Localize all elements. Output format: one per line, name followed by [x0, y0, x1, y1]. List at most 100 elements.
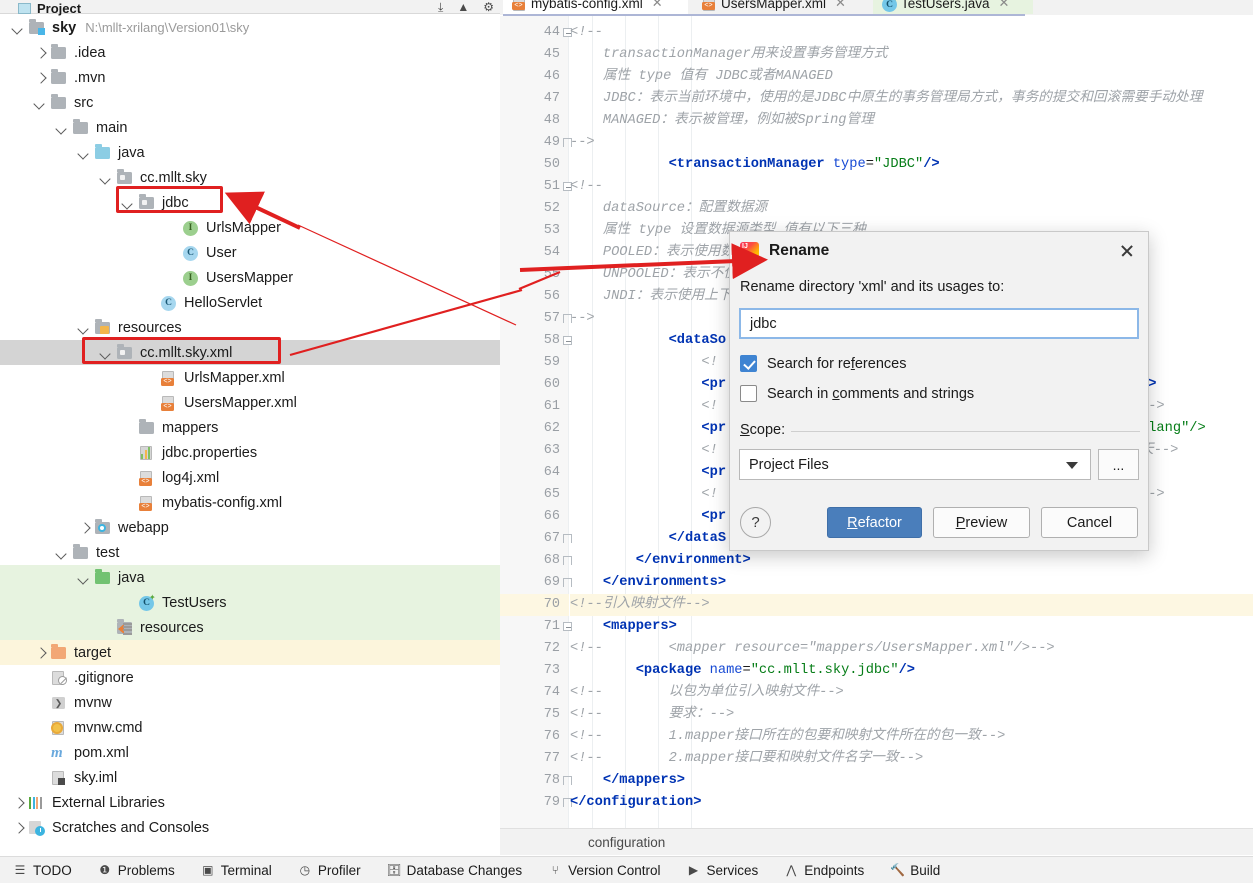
code-line[interactable]: <package name="cc.mllt.sky.jdbc"/> [570, 660, 915, 682]
tree-item-java[interactable]: java [0, 140, 500, 165]
code-line[interactable]: <pr [570, 462, 726, 484]
rename-input[interactable]: jdbc [739, 308, 1139, 339]
editor-tab-testusers-java[interactable]: C✦TestUsers.java ✕ [873, 0, 1033, 14]
code-line[interactable]: <pr [570, 506, 726, 528]
chevron-down-icon[interactable] [100, 346, 113, 359]
code-line[interactable]: </environment> [570, 550, 751, 572]
tree-item-jdbc-properties[interactable]: jdbc.properties [0, 440, 500, 465]
tree-item-testusers[interactable]: C ✦ TestUsers [0, 590, 500, 615]
code-line[interactable]: </dataS [570, 528, 727, 550]
hide-icon[interactable]: ▲ [457, 1, 469, 13]
tree-item-pom-xml[interactable]: m pom.xml [0, 740, 500, 765]
code-line[interactable]: <! [570, 396, 717, 418]
code-line[interactable]: <!-- 以包为单位引入映射文件--> [570, 682, 844, 704]
close-icon[interactable] [1118, 242, 1136, 260]
collapse-all-icon[interactable]: ⤓ [438, 1, 443, 13]
tree-item-cc-mllt-sky[interactable]: cc.mllt.sky [0, 165, 500, 190]
chevron-right-icon[interactable] [34, 71, 47, 84]
statusbar-todo[interactable]: ☰ TODO [0, 863, 85, 878]
tree-item-sky-iml[interactable]: sky.iml [0, 765, 500, 790]
tree-item-cc-mllt-sky-xml[interactable]: cc.mllt.sky.xml [0, 340, 500, 365]
code-line[interactable]: 属性 type 值有 JDBC或者MANAGED [570, 66, 833, 88]
code-line[interactable]: </environments> [570, 572, 726, 594]
code-line[interactable]: dataSource：配置数据源 [570, 198, 767, 220]
code-line[interactable]: <pr [570, 418, 726, 440]
scope-browse-button[interactable]: ... [1098, 449, 1139, 480]
tree-item-scratches-and-consoles[interactable]: Scratches and Consoles [0, 815, 500, 840]
tree-item-jdbc[interactable]: jdbc [0, 190, 500, 215]
tree-item-resources[interactable]: resources [0, 615, 500, 640]
code-line[interactable]: <transactionManager type="JDBC"/> [570, 154, 940, 176]
chevron-down-icon[interactable] [78, 146, 91, 159]
chevron-right-icon[interactable] [34, 646, 47, 659]
code-line[interactable]: <! [570, 352, 717, 374]
code-line[interactable]: <mappers> [570, 616, 677, 638]
chevron-right-icon[interactable] [78, 521, 91, 534]
tree-item-urlsmapper[interactable]: I UrlsMapper [0, 215, 500, 240]
chevron-down-icon[interactable] [100, 171, 113, 184]
statusbar-terminal[interactable]: ▣ Terminal [188, 863, 285, 878]
editor-gutter[interactable]: 44 45 46 47 48 49 50 51 52 53 54 55 56 57 58 59 60 61 62 63… [500, 16, 572, 828]
code-line[interactable]: JDBC：表示当前环境中，使用的是JDBC中原生的事务管理局方式，事务的提交和回… [570, 88, 1203, 110]
code-line[interactable]: <!-- 2.mapper接口要和映射文件名字一致--> [570, 748, 923, 770]
code-line[interactable]: <!-- [570, 176, 603, 198]
statusbar-profiler[interactable]: ◷ Profiler [285, 863, 374, 878]
tree-item-src[interactable]: src [0, 90, 500, 115]
search-for-references-checkbox[interactable] [740, 355, 757, 372]
tree-item-java[interactable]: java [0, 565, 500, 590]
tree-item-webapp[interactable]: webapp [0, 515, 500, 540]
chevron-down-icon[interactable] [34, 96, 47, 109]
chevron-down-icon[interactable] [78, 571, 91, 584]
statusbar-build[interactable]: 🔨 Build [877, 863, 953, 878]
search-for-references-row[interactable]: Search for references [740, 355, 906, 372]
tree-item-sky[interactable]: sky N:\mllt-xrilang\Version01\sky [0, 15, 500, 40]
code-line[interactable]: --> [570, 132, 595, 154]
statusbar-endpoints[interactable]: ⋀ Endpoints [771, 863, 877, 878]
code-line[interactable]: --> [570, 308, 595, 330]
cancel-button[interactable]: Cancel [1041, 507, 1138, 538]
close-tab-icon[interactable]: ✕ [652, 0, 663, 11]
chevron-down-icon[interactable] [56, 121, 69, 134]
tree-item-mybatis-config-xml[interactable]: <> mybatis-config.xml [0, 490, 500, 515]
scope-dropdown[interactable]: Project Files [739, 449, 1091, 480]
settings-icon[interactable]: ⚙ [483, 1, 494, 13]
code-line[interactable]: <!-- 1.mapper接口所在的包要和映射文件所在的包一致--> [570, 726, 1005, 748]
tree-item-urlsmapper-xml[interactable]: <> UrlsMapper.xml [0, 365, 500, 390]
code-line[interactable]: <pr [570, 374, 726, 396]
code-line[interactable]: transactionManager用来设置事务管理方式 [570, 44, 888, 66]
code-line[interactable]: <!-- 要求：--> [570, 704, 734, 726]
bottom-tool-bar[interactable]: ☰ TODO ❶ Problems ▣ Terminal ◷ Profiler 🗄 Databas… [0, 856, 1253, 883]
code-line[interactable]: </mappers> [570, 770, 685, 792]
editor-tab-mybatis-config-xml[interactable]: <> mybatis-config.xml ✕ [503, 0, 688, 14]
editor-breadcrumb[interactable]: configuration [500, 828, 1253, 855]
tree-item-log4j-xml[interactable]: <> log4j.xml [0, 465, 500, 490]
chevron-right-icon[interactable] [34, 46, 47, 59]
chevron-down-icon[interactable] [56, 546, 69, 559]
chevron-down-icon[interactable] [78, 321, 91, 334]
tree-item-external-libraries[interactable]: External Libraries [0, 790, 500, 815]
code-line[interactable]: <!--引入映射文件--> [570, 594, 710, 616]
tree-item-gitignore[interactable]: .gitignore [0, 665, 500, 690]
close-tab-icon[interactable]: ✕ [835, 0, 846, 11]
tree-item-usersmapper-xml[interactable]: <> UsersMapper.xml [0, 390, 500, 415]
statusbar-database-changes[interactable]: 🗄 Database Changes [374, 863, 536, 878]
statusbar-services[interactable]: ▶ Services [673, 863, 771, 878]
code-line[interactable]: <dataSo [570, 330, 727, 352]
tree-item-helloservlet[interactable]: C HelloServlet [0, 290, 500, 315]
tree-item-mvnw-cmd[interactable]: mvnw.cmd [0, 715, 500, 740]
tree-item-target[interactable]: target [0, 640, 500, 665]
tree-item-main[interactable]: main [0, 115, 500, 140]
code-line[interactable]: </configuration> [570, 792, 701, 814]
chevron-right-icon[interactable] [12, 796, 25, 809]
help-button[interactable]: ? [740, 507, 771, 538]
project-tree[interactable]: sky N:\mllt-xrilang\Version01\sky .idea .mv… [0, 15, 500, 840]
tree-item-mvnw[interactable]: ❯ mvnw [0, 690, 500, 715]
statusbar-version-control[interactable]: ⑂ Version Control [535, 863, 673, 878]
preview-button[interactable]: Preview [933, 507, 1030, 538]
close-tab-icon[interactable]: ✕ [999, 0, 1010, 11]
code-line[interactable]: MANAGED：表示被管理，例如被Spring管理 [570, 110, 874, 132]
tree-item-test[interactable]: test [0, 540, 500, 565]
code-line[interactable]: <!-- [570, 22, 603, 44]
code-line[interactable]: <! [570, 440, 717, 462]
tree-item-mvn[interactable]: .mvn [0, 65, 500, 90]
